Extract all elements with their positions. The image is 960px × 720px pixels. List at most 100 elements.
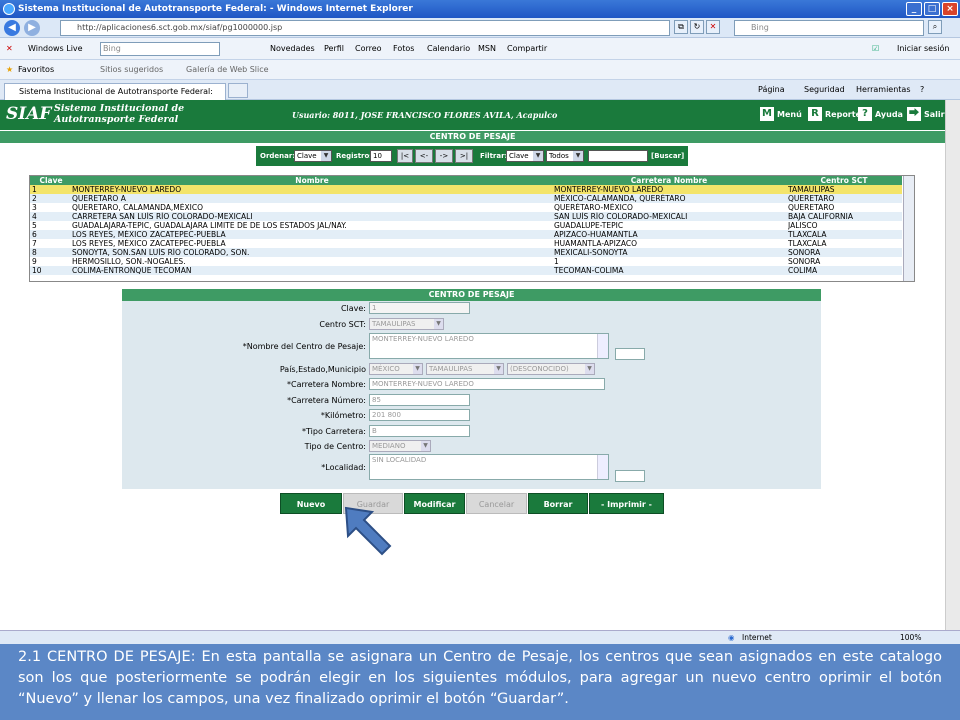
table-row[interactable]: 4 CARRETERA SAN LUÍS RÍO COLORADO-MEXICAL… — [30, 212, 902, 221]
report-button[interactable]: R Reporte — [808, 107, 861, 121]
toolbar-link-fotos[interactable]: Fotos — [393, 38, 414, 60]
favorites-bar: ★ Favoritos Sitios sugeridos Galería de … — [0, 60, 960, 80]
refresh-icon[interactable]: ↻ — [690, 20, 704, 34]
municipio-select[interactable]: (DESCONOCIDO) ▼ — [507, 363, 595, 375]
order-select[interactable]: Clave ▼ — [294, 150, 332, 162]
tipo-carretera-input[interactable]: B — [369, 425, 470, 437]
new-tab-button[interactable] — [228, 83, 248, 98]
carretera-nombre-input[interactable]: MONTERREY-NUEVO LAREDO — [369, 378, 605, 390]
exit-button[interactable]: ⮕ Salir — [907, 107, 945, 121]
zoom-level[interactable]: 100% — [900, 631, 921, 645]
suggested-sites-link[interactable]: Sitios sugeridos — [100, 60, 163, 80]
favorites-button[interactable]: Favoritos — [18, 60, 54, 80]
table-row[interactable]: 6 LOS REYES, MÉXICO ZACATEPEC-PUEBLA APIZA… — [30, 230, 902, 239]
toolbar-link-novedades[interactable]: Novedades — [270, 38, 315, 60]
carretera-nombre-label: *Carretera Nombre: — [287, 380, 366, 389]
cancelar-button[interactable]: Cancelar — [466, 493, 527, 514]
table-cell: SAN LUÍS RÍO COLORADO-MEXICALI — [554, 212, 688, 221]
web-slice-gallery-link[interactable]: Galería de Web Slice — [186, 60, 269, 80]
table-row[interactable]: 1 MONTERREY-NUEVO LAREDO MONTERREY-NUEVO L… — [30, 185, 902, 194]
column-centro-sct[interactable]: Centro SCT — [786, 176, 902, 185]
user-info: Usuario: 8011, JOSE FRANCISCO FLORES AVI… — [292, 110, 558, 120]
column-nombre[interactable]: Nombre — [72, 176, 552, 185]
clave-input[interactable]: 1 — [369, 302, 470, 314]
toolbar-link-perfil[interactable]: Perfil — [324, 38, 344, 60]
help-icon[interactable]: ? — [920, 83, 924, 97]
table-cell: SONORA — [788, 257, 821, 266]
table-row[interactable]: 3 QUERETARO, CALAMANDA,MÉXICO QUERÉTARO-MÉ… — [30, 203, 902, 212]
windows-live-link[interactable]: Windows Live — [28, 38, 83, 60]
back-button[interactable]: ◀ — [4, 20, 20, 36]
tab-bar: Sistema Institucional de Autotransporte … — [0, 80, 960, 100]
table-cell: MONTERREY-NUEVO LAREDO — [554, 185, 664, 194]
estado-select[interactable]: TAMAULIPAS ▼ — [426, 363, 504, 375]
close-window-button[interactable]: × — [942, 2, 958, 16]
menu-button[interactable]: M Menú — [760, 107, 802, 121]
help-question-icon: ? — [858, 107, 872, 121]
page-scrollbar[interactable] — [945, 100, 960, 630]
signin-link[interactable]: Iniciar sesión — [897, 38, 949, 60]
page-menu[interactable]: Página — [758, 83, 785, 97]
table-cell: MÉXICO-CALAMANDA, QUERÉTARO — [554, 194, 686, 203]
filter-field-select[interactable]: Clave ▼ — [506, 150, 544, 162]
stop-icon[interactable]: ✕ — [706, 20, 720, 34]
column-carretera-nombre[interactable]: Carretera Nombre — [552, 176, 786, 185]
tipo-carretera-label: *Tipo Carretera: — [302, 427, 366, 436]
nuevo-button[interactable]: Nuevo — [280, 493, 342, 514]
close-toolbar-icon[interactable]: ✕ — [6, 38, 13, 60]
tab-siaf[interactable]: Sistema Institucional de Autotransporte … — [4, 83, 226, 100]
table-cell: 10 — [32, 266, 42, 275]
table-cell: SONORA — [788, 248, 821, 257]
tipo-centro-select[interactable]: MEDIANO ▼ — [369, 440, 431, 452]
pais-select[interactable]: MÉXICO ▼ — [369, 363, 423, 375]
filter-scope-select[interactable]: Todos ▼ — [546, 150, 584, 162]
nombre-textarea[interactable]: MONTERREY-NUEVO LAREDO — [369, 333, 609, 359]
records-input[interactable]: 10 — [370, 150, 392, 162]
search-icon[interactable]: ⌕ — [928, 20, 942, 34]
toolbar-link-correo[interactable]: Correo — [355, 38, 382, 60]
table-row[interactable]: 5 GUADALAJARA-TEPIC, GUADALAJARA LIMITE D… — [30, 221, 902, 230]
modificar-button[interactable]: Modificar — [404, 493, 465, 514]
url-input[interactable]: http://aplicaciones6.sct.gob.mx/siaf/pg1… — [60, 20, 670, 36]
filter-text-input[interactable] — [588, 150, 648, 162]
windows-live-toolbar: ✕ Windows Live Bing Novedades Perfil Cor… — [0, 38, 960, 60]
clave-label: Clave: — [340, 304, 366, 313]
toolbar-link-compartir[interactable]: Compartir — [507, 38, 547, 60]
imprimir-button[interactable]: - Imprimir - — [589, 493, 664, 514]
table-cell: 2 — [32, 194, 37, 203]
last-page-button[interactable]: >| — [455, 149, 473, 163]
maximize-button[interactable]: □ — [924, 2, 940, 16]
table-cell: 8 — [32, 248, 37, 257]
table-row[interactable]: 9 HERMOSILLO, SON.-NOGALES. 1 SONORA — [30, 257, 902, 266]
table-row[interactable]: 2 QUERETARO A MÉXICO-CALAMANDA, QUERÉTARO Q… — [30, 194, 902, 203]
bing-search-input[interactable]: Bing — [100, 42, 220, 56]
localidad-textarea[interactable]: SIN LOCALIDAD — [369, 454, 609, 480]
safety-menu[interactable]: Seguridad — [804, 83, 845, 97]
table-cell: QUERETARO — [788, 194, 835, 203]
search-input[interactable]: Bing — [734, 20, 924, 36]
next-page-button[interactable]: -> — [435, 149, 453, 163]
table-row[interactable]: 10 COLIMA-ENTRONQUE TECOMAN TECOMAN-COLIMA… — [30, 266, 902, 275]
kilometro-input[interactable]: 201 800 — [369, 409, 470, 421]
forward-button[interactable]: ▶ — [24, 20, 40, 36]
filter-bar: Ordenar: Clave ▼ Registros: 10 |< <- -> >… — [256, 146, 688, 166]
column-clave[interactable]: Clave — [30, 176, 72, 185]
nombre-counter-input[interactable] — [615, 348, 645, 360]
toolbar-link-msn[interactable]: MSN — [478, 38, 496, 60]
table-row[interactable]: 8 SONOYTA, SON.SAN LUÍS RÍO COLORADO, SON… — [30, 248, 902, 257]
help-button[interactable]: ? Ayuda — [858, 107, 903, 121]
prev-page-button[interactable]: <- — [415, 149, 433, 163]
carretera-numero-input[interactable]: 85 — [369, 394, 470, 406]
search-link[interactable]: [Buscar] — [651, 152, 684, 160]
first-page-button[interactable]: |< — [397, 149, 413, 163]
centro-sct-select[interactable]: TAMAULIPAS ▼ — [369, 318, 444, 330]
toolbar-link-calendario[interactable]: Calendario — [427, 38, 470, 60]
tools-menu[interactable]: Herramientas — [856, 83, 911, 97]
compatibility-icon[interactable]: ⧉ — [674, 20, 688, 34]
table-scrollbar[interactable] — [903, 176, 914, 281]
filter-label: Filtrar: — [480, 152, 508, 160]
minimize-button[interactable]: _ — [906, 2, 922, 16]
table-row[interactable]: 7 LOS REYES, MÉXICO ZACATEPEC-PUEBLA HUAMA… — [30, 239, 902, 248]
borrar-button[interactable]: Borrar — [528, 493, 588, 514]
localidad-counter-input[interactable] — [615, 470, 645, 482]
